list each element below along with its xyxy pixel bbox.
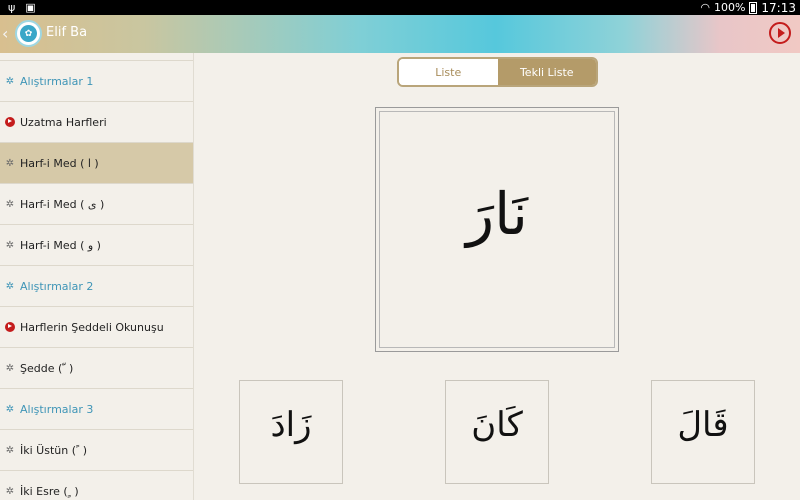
sidebar-item-label: İki Üstün ( ً )	[20, 443, 88, 457]
gear-icon: ✲	[5, 198, 15, 210]
choice-word: زَادَ	[270, 405, 312, 445]
sidebar-item[interactable]: ✲ İki Esre ( ٍ )	[0, 471, 193, 500]
sidebar-item[interactable]: ✲ Alıştırmalar 1	[0, 61, 193, 102]
wifi-icon: ◠	[700, 1, 710, 14]
sidebar-item-label: Harf-i Med ( ى )	[20, 197, 105, 211]
notification-icon: ▣	[25, 1, 36, 14]
sidebar-item-label: Alıştırmalar 3	[20, 402, 94, 416]
play-icon	[5, 117, 15, 127]
back-chevron-icon[interactable]: ‹	[2, 24, 8, 43]
sidebar-item[interactable]: ✲ Harf-i Med ( ى )	[0, 184, 193, 225]
app-logo-icon[interactable]: ✿	[15, 20, 42, 47]
view-mode-toggle: Liste Tekli Liste	[397, 57, 598, 87]
play-audio-button[interactable]	[769, 22, 791, 44]
choice-card-3[interactable]: قَالَ	[651, 380, 755, 484]
lesson-sidebar: ✲ Alıştırmalar 1 Uzatma Harfleri ✲ Harf-i Me…	[0, 53, 194, 500]
choice-card-2[interactable]: كَانَ	[445, 380, 549, 484]
sidebar-item-label: Harflerin Şeddeli Okunuşu	[20, 320, 164, 334]
battery-text: 100%	[713, 1, 746, 14]
battery-icon	[749, 1, 758, 14]
gear-icon: ✲	[5, 75, 15, 87]
choice-word: كَانَ	[471, 405, 523, 445]
play-icon	[777, 28, 785, 38]
gear-icon: ✲	[5, 239, 15, 251]
clock-time: 17:13	[761, 0, 796, 15]
gear-icon: ✲	[5, 280, 15, 292]
app-title: Elif Ba	[46, 25, 88, 40]
gear-icon: ✲	[5, 485, 15, 497]
gear-icon: ✲	[5, 403, 15, 415]
sidebar-item[interactable]: ✲ Alıştırmalar 2	[0, 266, 193, 307]
app-bar: ‹ ✿ Elif Ba	[0, 15, 800, 53]
sidebar-item[interactable]: ✲ Harf-i Med ( ا )	[0, 143, 193, 184]
tab-tekli-liste[interactable]: Tekli Liste	[497, 59, 596, 85]
gear-icon: ✲	[5, 362, 15, 374]
play-icon	[5, 322, 15, 332]
tab-liste[interactable]: Liste	[399, 59, 498, 85]
sidebar-item-label: Alıştırmalar 1	[20, 74, 94, 88]
sidebar-item[interactable]: ✲ Alıştırmalar 3	[0, 389, 193, 430]
status-bar: ψ ▣ ◠ 100% 17:13	[0, 0, 800, 15]
sidebar-item-label: Uzatma Harfleri	[20, 115, 107, 129]
sidebar-item-label: Harf-i Med ( و )	[20, 238, 101, 252]
sidebar-item-label: Şedde ( ّ )	[20, 361, 74, 375]
sidebar-item[interactable]: Harflerin Şeddeli Okunuşu	[0, 307, 193, 348]
sidebar-item-label: İki Esre ( ٍ )	[20, 484, 79, 498]
choice-word: قَالَ	[677, 405, 729, 445]
choice-card-1[interactable]: زَادَ	[239, 380, 343, 484]
main-word: نَارَ	[466, 180, 528, 248]
gear-icon: ✲	[5, 444, 15, 456]
sidebar-item-label: Alıştırmalar 2	[20, 279, 94, 293]
sidebar-item[interactable]: Uzatma Harfleri	[0, 102, 193, 143]
usb-icon: ψ	[8, 1, 16, 14]
sidebar-item[interactable]: ✲ İki Üstün ( ً )	[0, 430, 193, 471]
main-word-card: نَارَ	[375, 107, 619, 352]
gear-icon: ✲	[5, 157, 15, 169]
sidebar-item-label: Harf-i Med ( ا )	[20, 156, 99, 170]
sidebar-item[interactable]: ✲ Harf-i Med ( و )	[0, 225, 193, 266]
sidebar-item[interactable]: ✲ Şedde ( ّ )	[0, 348, 193, 389]
